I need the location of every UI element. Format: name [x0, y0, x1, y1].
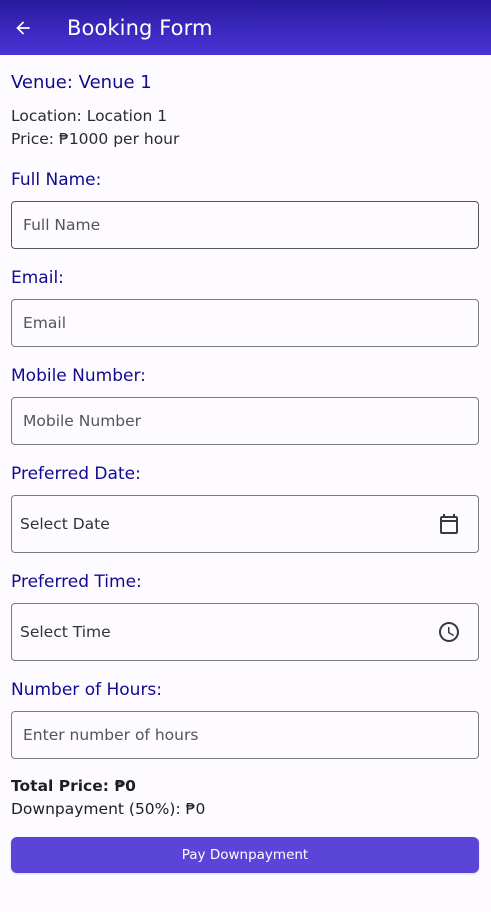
venue-location: Location: Location 1 — [11, 107, 168, 125]
email-input[interactable] — [12, 300, 478, 346]
mobile-label: Mobile Number: — [11, 366, 146, 386]
full-name-input[interactable] — [12, 202, 478, 248]
hours-label: Number of Hours: — [11, 680, 163, 700]
back-button[interactable] — [0, 0, 46, 55]
email-field — [11, 299, 479, 347]
total-price: Total Price: ₱0 — [11, 777, 136, 795]
full-name-label: Full Name: — [11, 170, 102, 190]
date-picker-text: Select Date — [20, 515, 110, 533]
app-bar: Booking Form — [0, 0, 491, 55]
venue-price: Price: ₱1000 per hour — [11, 130, 180, 148]
time-picker-text: Select Time — [20, 623, 111, 641]
arrow-left-icon — [16, 20, 30, 35]
page-title: Booking Form — [67, 15, 213, 40]
hours-input[interactable] — [12, 712, 478, 758]
mobile-field — [11, 397, 479, 445]
downpayment-amount: Downpayment (50%): ₱0 — [11, 800, 206, 818]
pay-downpayment-button[interactable]: Pay Downpayment — [11, 837, 479, 873]
time-picker[interactable]: Select Time — [11, 603, 479, 661]
time-label: Preferred Time: — [11, 572, 142, 592]
date-picker[interactable]: Select Date — [11, 495, 479, 553]
venue-title: Venue: Venue 1 — [11, 72, 152, 93]
calendar-icon[interactable] — [437, 512, 461, 536]
date-label: Preferred Date: — [11, 464, 141, 484]
clock-icon[interactable] — [437, 620, 461, 644]
hours-field — [11, 711, 479, 759]
email-label: Email: — [11, 268, 64, 288]
mobile-input[interactable] — [12, 398, 478, 444]
full-name-field — [11, 201, 479, 249]
